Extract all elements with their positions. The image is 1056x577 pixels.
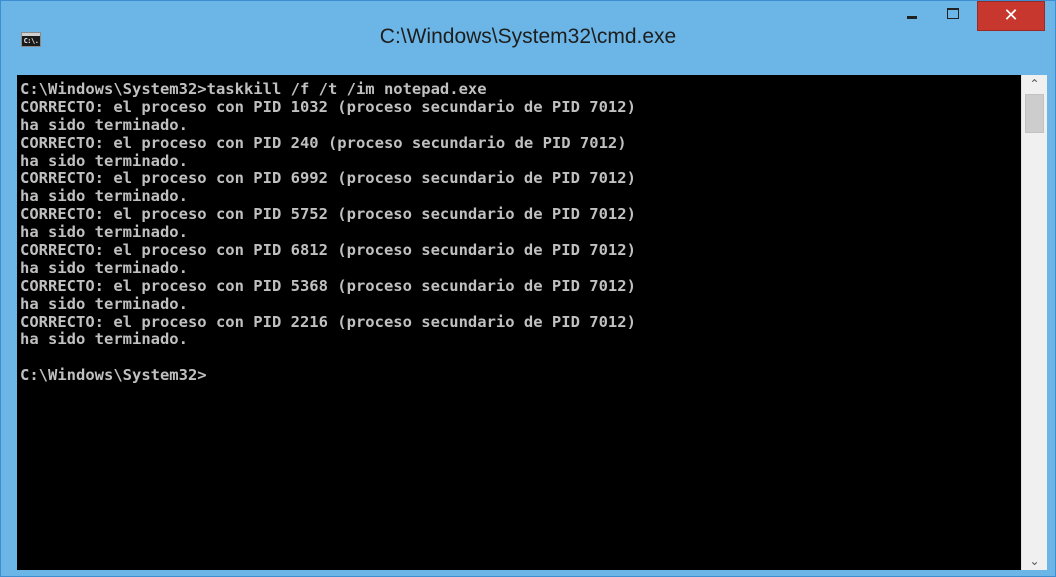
- maximize-icon: [947, 8, 959, 19]
- console-output: C:\Windows\System32>taskkill /f /t /im n…: [20, 80, 636, 385]
- console-line: ha sido terminado.: [20, 223, 188, 242]
- close-button[interactable]: ✕: [977, 1, 1045, 31]
- minimize-icon: [907, 16, 917, 19]
- console-line: ha sido terminado.: [20, 187, 188, 206]
- console-area[interactable]: C:\Windows\System32>taskkill /f /t /im n…: [17, 75, 1021, 570]
- window-title: C:\Windows\System32\cmd.exe: [379, 25, 677, 48]
- console-line: CORRECTO: el proceso con PID 1032 (proce…: [20, 97, 636, 116]
- chevron-down-icon[interactable]: ⌄: [1022, 552, 1047, 570]
- console-line: C:\Windows\System32>taskkill /f /t /im n…: [20, 80, 487, 98]
- console-line: CORRECTO: el proceso con PID 240 (proces…: [20, 133, 627, 152]
- maximize-button[interactable]: [939, 1, 967, 29]
- minimize-button[interactable]: [898, 1, 926, 29]
- cmd-window: C:\. C:\Windows\System32\cmd.exe ✕ C:\Wi…: [0, 0, 1056, 577]
- chevron-up-icon[interactable]: ⌃: [1022, 75, 1047, 93]
- console-line: ha sido terminado.: [20, 115, 188, 134]
- console-line: CORRECTO: el proceso con PID 5752 (proce…: [20, 205, 636, 224]
- console-line: CORRECTO: el proceso con PID 6992 (proce…: [20, 169, 636, 188]
- title-bar[interactable]: C:\. C:\Windows\System32\cmd.exe ✕: [1, 1, 1055, 75]
- console-line: CORRECTO: el proceso con PID 2216 (proce…: [20, 312, 636, 331]
- console-line: ha sido terminado.: [20, 258, 188, 277]
- console-prompt[interactable]: C:\Windows\System32>: [20, 366, 636, 385]
- console-line: CORRECTO: el proceso con PID 5368 (proce…: [20, 276, 636, 295]
- close-icon: ✕: [1003, 5, 1019, 26]
- scrollbar-thumb[interactable]: [1025, 94, 1044, 133]
- console-line: ha sido terminado.: [20, 330, 188, 349]
- console-line: ha sido terminado.: [20, 151, 188, 170]
- vertical-scrollbar[interactable]: ⌃ ⌄: [1021, 75, 1047, 570]
- console-line: ha sido terminado.: [20, 294, 188, 313]
- console-line: CORRECTO: el proceso con PID 6812 (proce…: [20, 241, 636, 260]
